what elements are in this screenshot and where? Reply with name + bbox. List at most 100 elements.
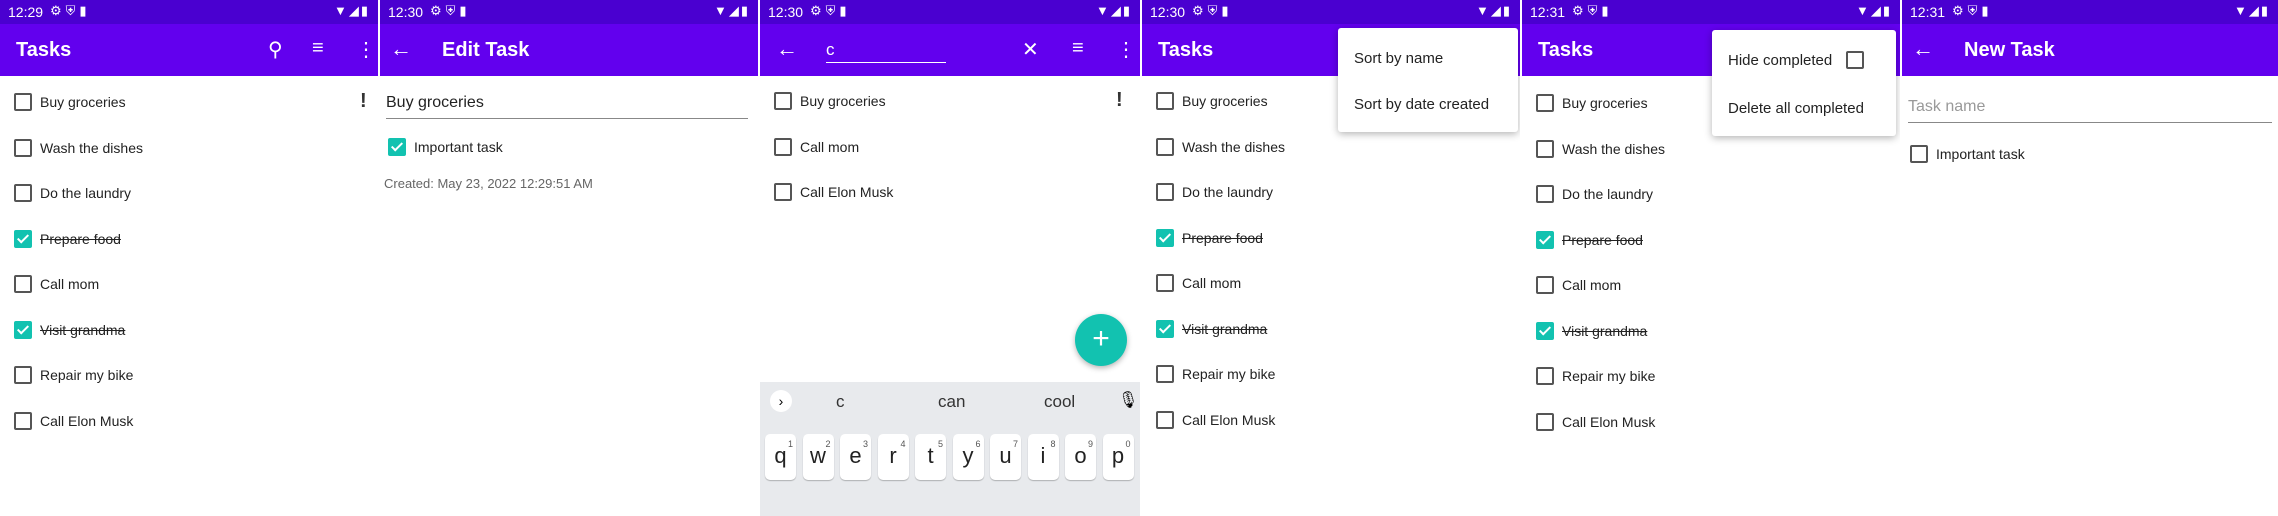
key-q[interactable]: 1q [765,434,796,480]
task-checkbox[interactable] [14,366,32,385]
task-checkbox[interactable] [1536,321,1554,340]
key-y[interactable]: 6y [952,434,984,480]
important-checkbox[interactable] [1910,145,1928,164]
task-row[interactable]: Do the laundry [1156,183,1273,212]
task-row[interactable]: Wash the dishes [1536,139,1665,169]
task-row[interactable]: Call Elon Musk [1156,410,1275,440]
sort-menu: Sort by name Sort by date created [1338,28,1518,132]
page-title: New Task [1964,39,2055,61]
task-row[interactable]: Call mom [1156,274,1241,303]
more-options-icon[interactable]: ⋮ [1116,37,1136,62]
task-row[interactable]: Call mom [14,275,99,304]
task-row[interactable]: Repair my bike [1536,367,1655,396]
important-label: Important task [414,139,503,155]
task-name-field[interactable]: Task name [1908,98,2272,123]
key-i[interactable]: 8i [1027,434,1059,480]
suggestion-2[interactable]: can [938,392,965,412]
task-row[interactable]: Visit grandma [1536,321,1647,351]
task-checkbox[interactable] [1156,274,1174,293]
suggestion-1[interactable]: c [836,392,845,412]
task-checkbox[interactable] [1536,139,1554,158]
sort-icon[interactable]: ≡ [1072,37,1084,60]
task-checkbox[interactable] [14,229,32,248]
task-row[interactable]: Repair my bike [14,366,133,395]
important-checkbox-row[interactable]: Important task [388,138,503,167]
task-row[interactable]: Prepare food [14,229,121,259]
task-checkbox[interactable] [1156,319,1174,338]
edit-task-screen: 12:30 ⚙⛨▮ ▼◢▮ ← Edit Task Buy groceries … [380,0,758,516]
task-checkbox[interactable] [1156,183,1174,202]
task-checkbox[interactable] [1536,230,1554,249]
task-checkbox[interactable] [14,184,32,203]
task-row[interactable]: Wash the dishes [1156,137,1285,167]
task-row[interactable]: Do the laundry [1536,185,1653,214]
task-checkbox[interactable] [1156,365,1174,384]
status-bar: 12:31 ⚙⛨▮ ▼◢▮ [1522,0,1900,24]
back-arrow-icon[interactable]: ← [776,36,798,62]
more-options-icon[interactable]: ⋮ [356,37,376,62]
task-row[interactable]: Buy groceries [774,92,886,121]
task-checkbox[interactable] [14,320,32,339]
back-arrow-icon[interactable]: ← [1912,36,1934,62]
task-checkbox[interactable] [1536,185,1554,204]
task-checkbox[interactable] [774,137,792,156]
sort-by-name-item[interactable]: Sort by name [1354,50,1443,67]
task-row[interactable]: Buy groceries [1536,94,1648,123]
hide-completed-checkbox[interactable] [1846,51,1865,70]
task-row[interactable]: Prepare food [1156,228,1263,258]
task-checkbox[interactable] [14,93,32,112]
task-row[interactable]: Buy groceries [1156,92,1268,121]
task-row[interactable]: Repair my bike [1156,365,1275,394]
task-row[interactable]: Visit grandma [1156,319,1267,349]
task-checkbox[interactable] [774,183,792,202]
key-w[interactable]: 2w [802,434,834,480]
task-name-field[interactable]: Buy groceries [386,94,748,119]
task-checkbox[interactable] [14,275,32,294]
task-row[interactable]: Call Elon Musk [774,183,893,212]
key-t[interactable]: 5t [915,434,946,480]
key-number-hint: 4 [900,439,906,449]
key-o[interactable]: 9o [1065,434,1096,480]
status-time: 12:29 [8,4,44,20]
key-u[interactable]: 7u [990,434,1021,480]
important-checkbox-row[interactable]: Important task [1910,145,2025,174]
search-icon[interactable]: ⚲ [268,37,283,62]
task-row[interactable]: Visit grandma [14,320,125,350]
microphone-icon[interactable]: 🎙 [1118,390,1138,410]
task-checkbox[interactable] [14,138,32,157]
task-checkbox[interactable] [774,92,792,111]
important-checkbox[interactable] [388,138,406,157]
delete-all-completed-item[interactable]: Delete all completed [1728,100,1864,117]
task-row[interactable]: Call Elon Musk [14,411,133,441]
task-checkbox[interactable] [1536,94,1554,113]
task-label: Prepare food [40,230,121,247]
task-row[interactable]: Call mom [774,137,860,167]
task-checkbox[interactable] [1156,410,1174,429]
task-checkbox[interactable] [1156,137,1174,156]
task-checkbox[interactable] [1156,228,1174,247]
task-checkbox[interactable] [1156,92,1174,111]
keyboard-expand-icon[interactable]: › [770,390,792,412]
hide-completed-item[interactable]: Hide completed [1728,51,1872,70]
task-row[interactable]: Call Elon Musk [1536,412,1655,442]
key-p[interactable]: 0p [1102,434,1134,480]
key-r[interactable]: 4r [877,434,909,480]
task-checkbox[interactable] [14,411,32,430]
task-checkbox[interactable] [1536,367,1554,386]
task-row[interactable]: Do the laundry [14,184,131,213]
task-row[interactable]: Buy groceries [14,93,126,122]
suggestion-3[interactable]: cool [1044,392,1075,412]
sort-icon[interactable]: ≡ [312,37,324,60]
task-row[interactable]: Wash the dishes [14,138,143,168]
task-checkbox[interactable] [1536,276,1554,295]
back-arrow-icon[interactable]: ← [390,36,412,62]
task-checkbox[interactable] [1536,412,1554,431]
close-icon[interactable]: ✕ [1022,37,1039,62]
task-row[interactable]: Prepare food [1536,230,1643,260]
search-input[interactable]: c [826,40,946,63]
sort-by-date-item[interactable]: Sort by date created [1354,96,1489,113]
add-task-button[interactable]: + [1075,314,1127,366]
key-e[interactable]: 3e [840,434,871,480]
task-row[interactable]: Call mom [1536,276,1621,305]
task-label: Call mom [800,138,860,155]
